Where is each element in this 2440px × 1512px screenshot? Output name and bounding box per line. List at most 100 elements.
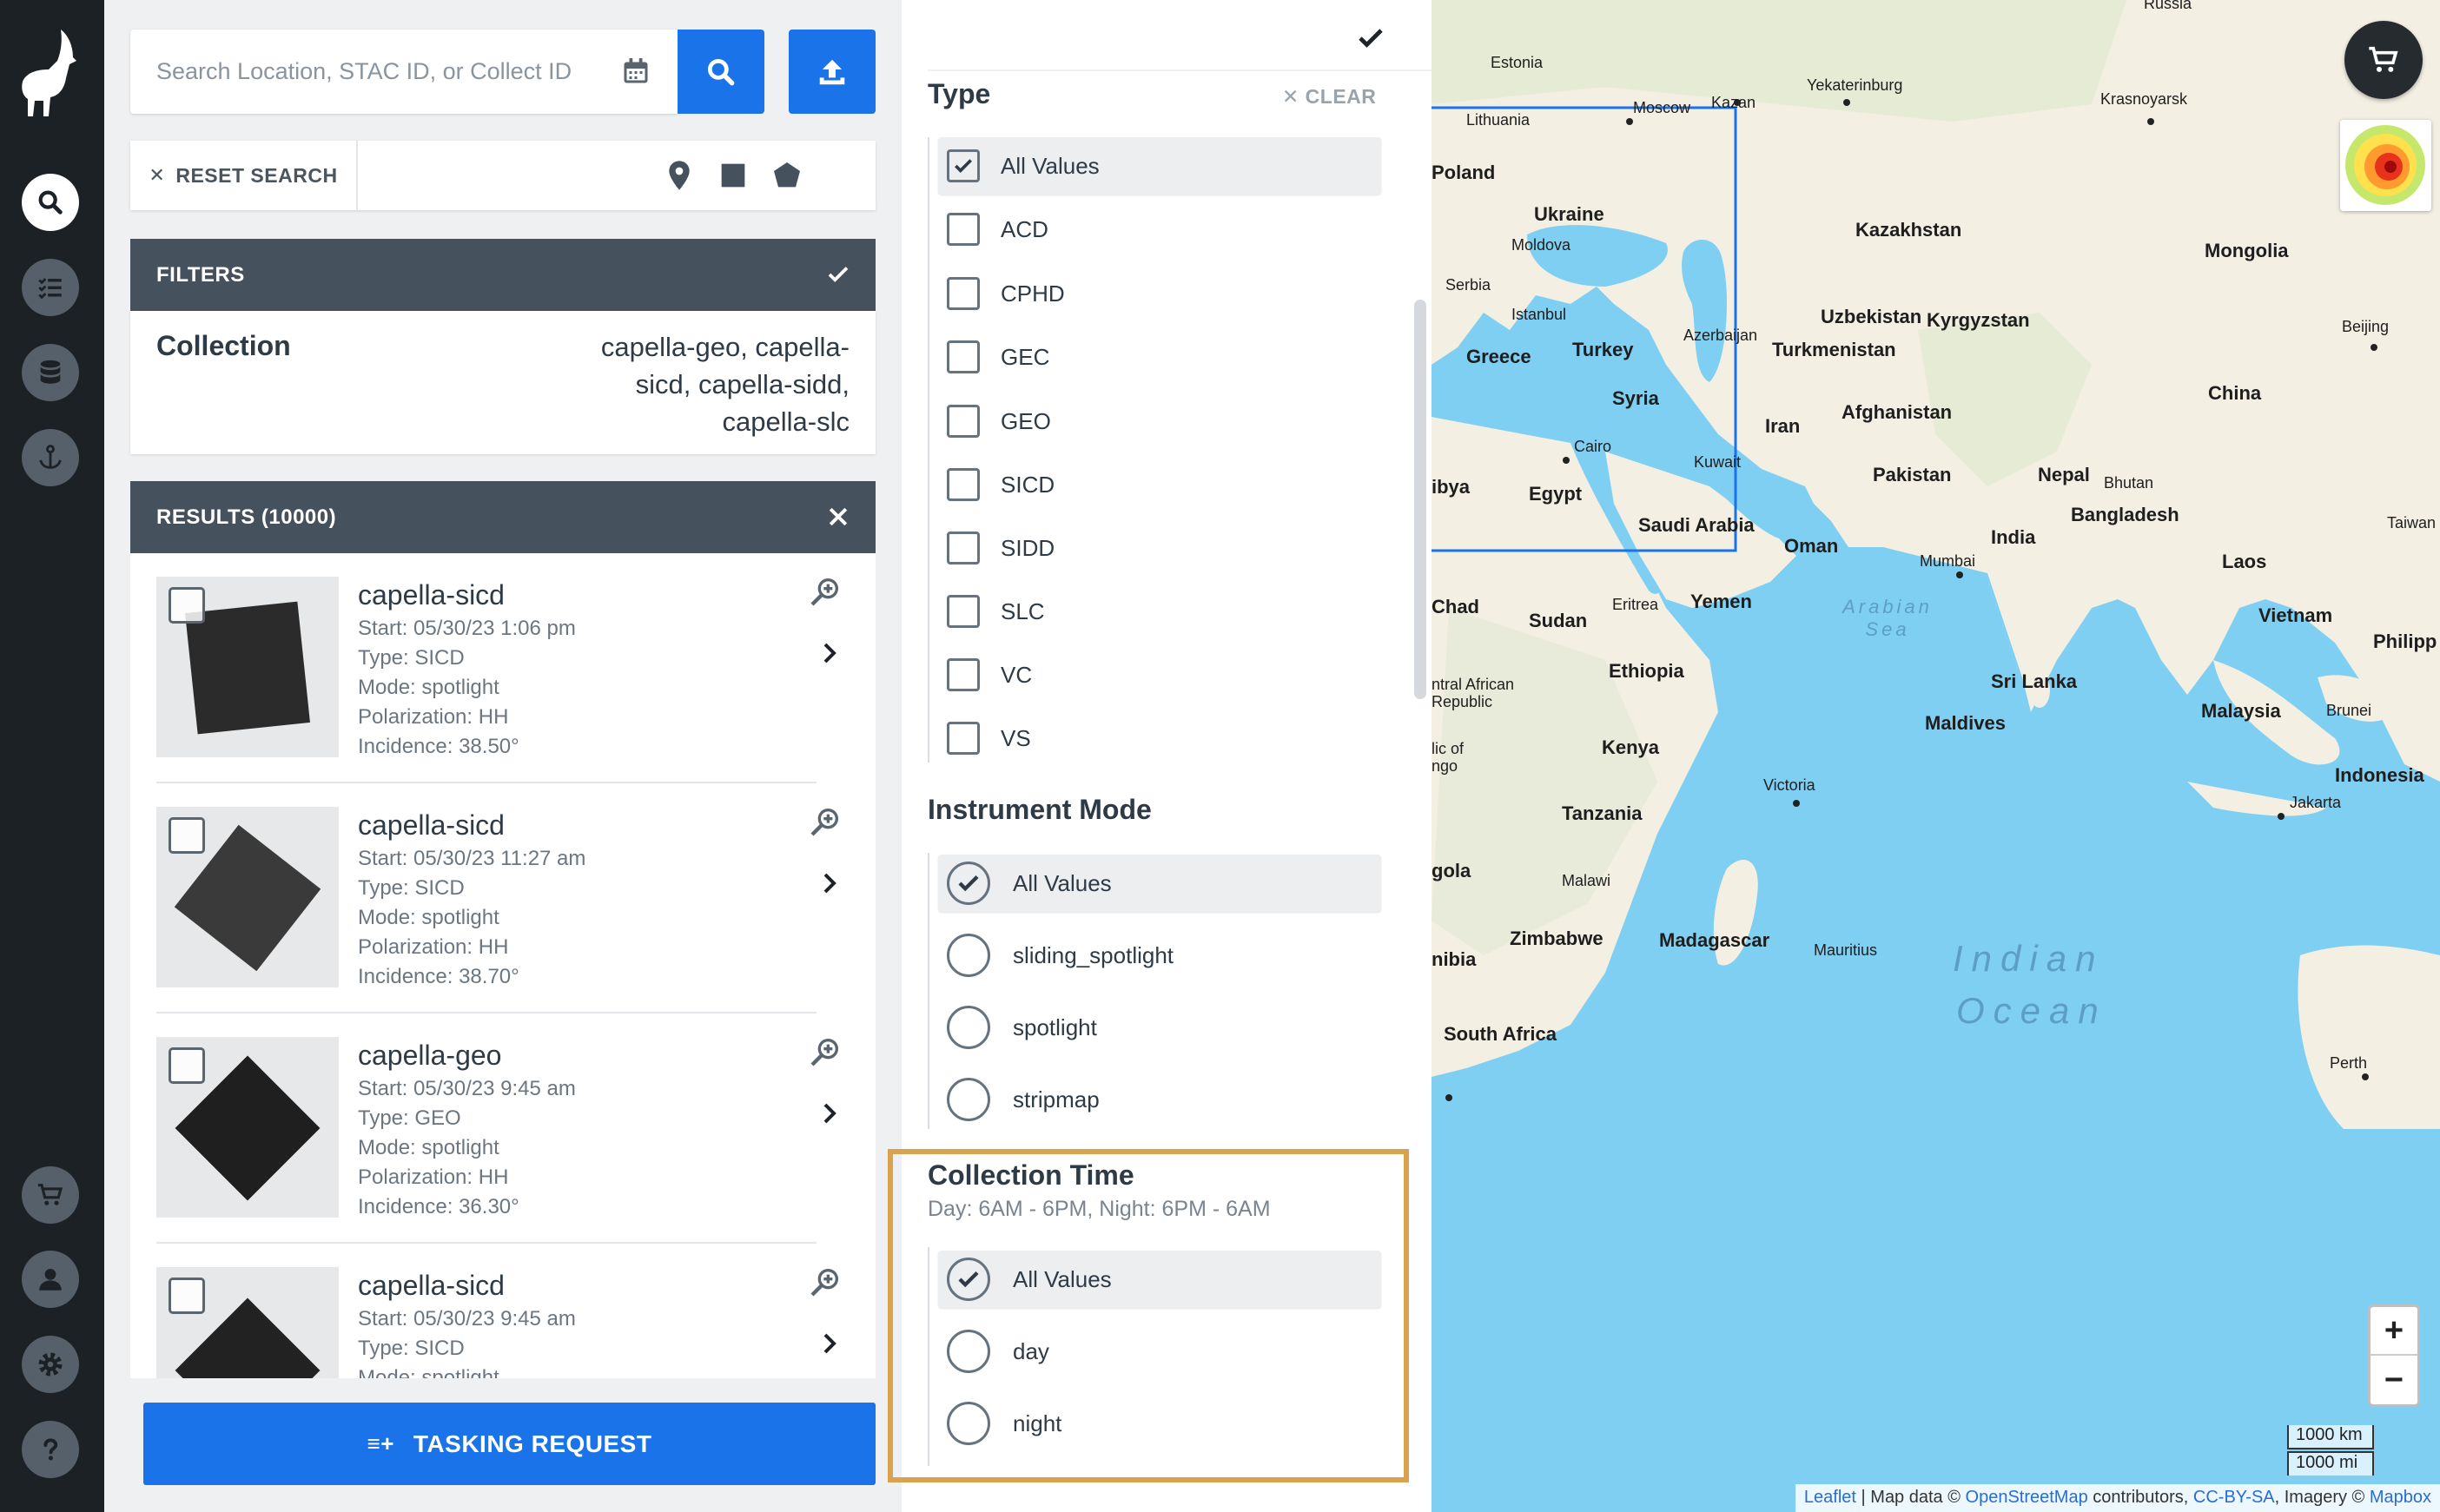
list-item[interactable]: capella-sicd Start: 05/30/23 11:27 am Ty… [130, 783, 843, 1014]
leaflet-link[interactable]: Leaflet [1804, 1488, 1856, 1507]
checkbox[interactable] [947, 340, 980, 373]
point-marker-icon[interactable] [662, 158, 697, 193]
tasks-nav-button[interactable] [22, 259, 79, 316]
type-option-slc[interactable]: SLC [938, 583, 1381, 640]
option-label: spotlight [1013, 1014, 1097, 1040]
type-option-sicd[interactable]: SICD [938, 456, 1381, 513]
list-item[interactable]: capella-sicd Start: 05/30/23 1:06 pm Typ… [130, 553, 843, 783]
search-placeholder: Search Location, STAC ID, or Collect ID [156, 58, 572, 84]
checkbox[interactable] [947, 405, 980, 438]
map-label: Krasnoyarsk [2100, 90, 2188, 108]
map-cart-button[interactable] [2344, 21, 2423, 99]
upload-button[interactable] [789, 30, 876, 114]
clear-type-button[interactable]: ✕ CLEAR [1282, 85, 1376, 109]
osm-link[interactable]: OpenStreetMap [1966, 1488, 2088, 1507]
result-checkbox[interactable] [169, 1278, 205, 1314]
mode-option-all[interactable]: All Values [938, 855, 1381, 912]
zoom-in-button[interactable]: + [2371, 1307, 2417, 1356]
database-nav-button[interactable] [22, 344, 79, 401]
type-option-gec[interactable]: GEC [938, 328, 1381, 386]
mode-option-stripmap[interactable]: stripmap [938, 1071, 1381, 1128]
search-button[interactable] [678, 30, 764, 114]
rectangle-draw-icon[interactable] [716, 158, 751, 193]
map-label: Chad [1432, 596, 1479, 617]
cart-nav-button[interactable] [22, 1166, 79, 1224]
checkbox[interactable] [947, 595, 980, 628]
map-view[interactable]: Russia Estonia Lithuania Moscow Kazan Ye… [1432, 0, 2440, 1512]
check-icon[interactable] [1355, 23, 1386, 54]
satellite-nav-button[interactable] [22, 429, 79, 486]
radio-checked[interactable] [947, 862, 990, 905]
map-label: Philipp [2373, 631, 2437, 652]
radio[interactable] [947, 1006, 990, 1049]
search-nav-button[interactable] [22, 174, 79, 231]
result-title[interactable]: capella-sicd [358, 809, 505, 842]
check-icon [958, 875, 979, 892]
type-option-cphd[interactable]: CPHD [938, 265, 1381, 322]
result-type: Type: SICD [358, 646, 465, 670]
option-label: ACD [1001, 215, 1048, 242]
result-title[interactable]: capella-geo [358, 1040, 501, 1072]
checkbox[interactable] [947, 468, 980, 501]
calendar-icon[interactable] [620, 56, 651, 87]
radio[interactable] [947, 1078, 990, 1121]
type-option-vc[interactable]: VC [938, 646, 1381, 703]
check-icon[interactable] [825, 261, 851, 287]
reset-search-label: RESET SEARCH [175, 163, 338, 187]
account-nav-button[interactable] [22, 1251, 79, 1308]
help-nav-button[interactable] [22, 1421, 79, 1478]
result-title[interactable]: capella-sicd [358, 579, 505, 611]
zoom-to-icon[interactable] [808, 1034, 843, 1069]
checkbox[interactable] [947, 532, 980, 565]
map-label: Poland [1432, 162, 1496, 183]
filters-header[interactable]: FILTERS [130, 239, 876, 311]
checkbox-checked[interactable] [947, 149, 980, 182]
chevron-right-icon[interactable] [817, 1100, 843, 1126]
zoom-to-icon[interactable] [808, 574, 843, 609]
radio[interactable] [947, 934, 990, 977]
chevron-right-icon[interactable] [817, 1330, 843, 1357]
polygon-draw-icon[interactable] [770, 158, 804, 193]
reset-search-button[interactable]: ✕ RESET SEARCH [130, 141, 358, 210]
map-label: ntral African Republic [1432, 676, 1515, 710]
checkbox[interactable] [947, 658, 980, 691]
chevron-right-icon[interactable] [817, 640, 843, 666]
settings-nav-button[interactable] [22, 1336, 79, 1393]
close-icon[interactable] [825, 504, 851, 530]
type-option-all[interactable]: All Values [938, 137, 1381, 195]
chevron-right-icon[interactable] [817, 870, 843, 896]
filters-summary: Collection capella-geo, capella-sicd, ca… [130, 311, 876, 454]
mapbox-link[interactable]: Mapbox [2370, 1488, 2431, 1507]
zoom-to-icon[interactable] [808, 804, 843, 839]
result-incidence: Incidence: 38.70° [358, 965, 519, 988]
result-title[interactable]: capella-sicd [358, 1270, 505, 1302]
type-option-geo[interactable]: GEO [938, 393, 1381, 450]
checkbox[interactable] [947, 213, 980, 246]
filter-scrollbar[interactable] [1414, 300, 1426, 699]
option-label: GEO [1001, 407, 1051, 434]
type-option-acd[interactable]: ACD [938, 201, 1381, 258]
type-option-vs[interactable]: VS [938, 710, 1381, 767]
list-item[interactable]: capella-geo Start: 05/30/23 9:45 am Type… [130, 1014, 843, 1244]
ccbysa-link[interactable]: CC-BY-SA [2193, 1488, 2275, 1507]
result-checkbox[interactable] [169, 587, 205, 624]
map-label: Ukraine [1534, 203, 1604, 225]
type-option-sidd[interactable]: SIDD [938, 519, 1381, 577]
search-input[interactable]: Search Location, STAC ID, or Collect ID [130, 30, 678, 114]
result-type: Type: GEO [358, 1106, 461, 1130]
mode-option-spotlight[interactable]: spotlight [938, 999, 1381, 1056]
map-label: Lithuania [1466, 111, 1531, 129]
list-item[interactable]: capella-sicd Start: 05/30/23 9:45 am Typ… [130, 1244, 843, 1378]
result-checkbox[interactable] [169, 817, 205, 854]
clear-label: CLEAR [1305, 85, 1377, 108]
mode-option-sliding-spotlight[interactable]: sliding_spotlight [938, 927, 1381, 984]
checkbox[interactable] [947, 277, 980, 310]
map-label: South Africa [1444, 1023, 1557, 1045]
zoom-out-button[interactable]: − [2371, 1356, 2417, 1404]
checkbox[interactable] [947, 722, 980, 755]
tasking-request-button[interactable]: ≡+ TASKING REQUEST [143, 1403, 876, 1485]
result-checkbox[interactable] [169, 1047, 205, 1084]
heatmap-toggle-button[interactable] [2340, 120, 2431, 211]
map-label: Russia [2144, 0, 2192, 12]
zoom-to-icon[interactable] [808, 1264, 843, 1299]
